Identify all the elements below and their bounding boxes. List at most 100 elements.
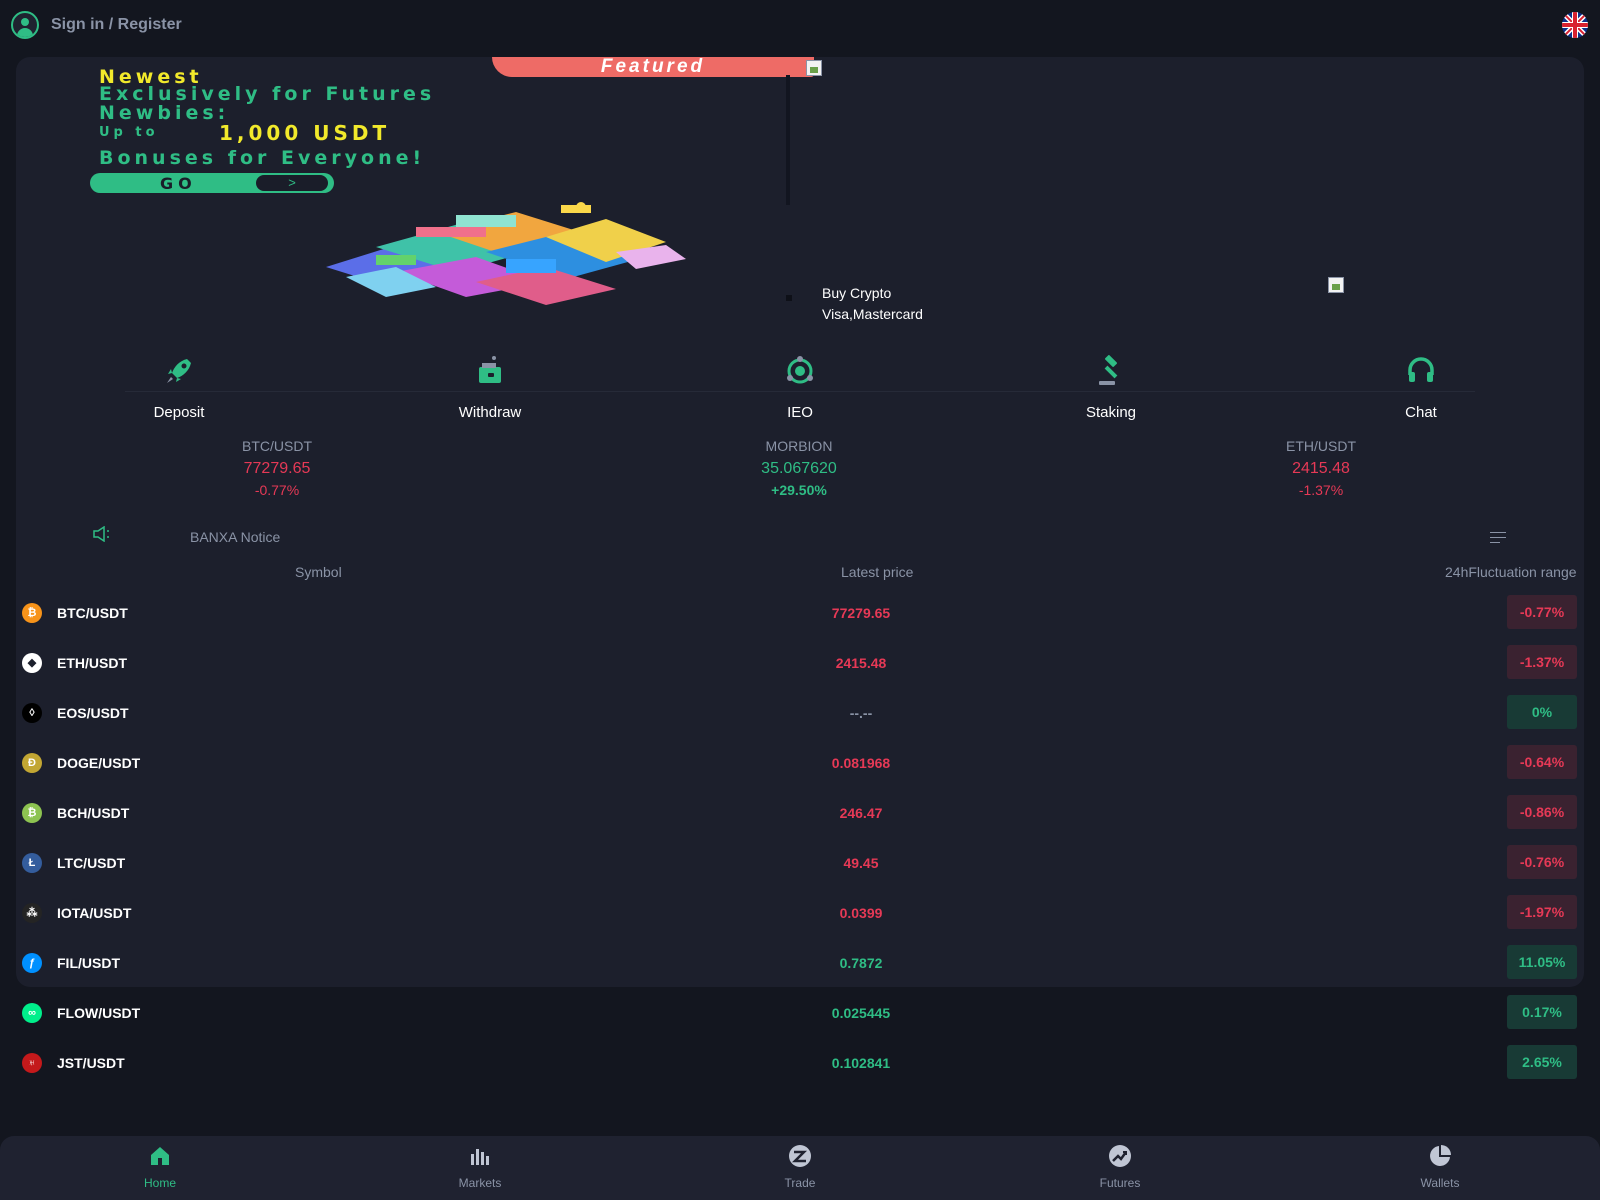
nav-label: Markets (458, 1176, 502, 1190)
action-label: Staking (1085, 404, 1137, 421)
orbit-icon (787, 356, 813, 384)
table-row[interactable]: ◆ ETH/USDT 2415.48 -1.37% (16, 637, 1584, 687)
latest-price: 0.025445 (831, 1005, 891, 1021)
nav-label: Home (143, 1176, 176, 1190)
nav-label: Trade (784, 1176, 816, 1190)
signin-register-link[interactable]: Sign in / Register (51, 16, 182, 34)
top-header: Sign in / Register (0, 0, 1600, 50)
change-badge: 2.65% (1507, 1045, 1577, 1079)
pair-label: LTC/USDT (57, 855, 126, 871)
ticker-change: -1.37% (1298, 482, 1344, 498)
coin-icon: ₿ (22, 603, 42, 623)
col-header-price: Latest price (841, 564, 914, 580)
change-badge: -0.64% (1507, 745, 1577, 779)
change-badge: 0% (1507, 695, 1577, 729)
notice-bar[interactable] (92, 526, 112, 542)
wallet-icon (479, 356, 501, 383)
pair-label: EOS/USDT (57, 705, 129, 721)
table-row[interactable]: ƒ FIL/USDT 0.7872 11.05% (16, 937, 1584, 987)
banner-go-button[interactable]: GO > (90, 173, 334, 193)
change-badge: -0.77% (1507, 595, 1577, 629)
table-row[interactable]: ◊ EOS/USDT --.-- 0% (16, 687, 1584, 737)
banner-divider (786, 75, 790, 205)
action-deposit[interactable]: Deposit (109, 355, 249, 421)
latest-price: 2415.48 (835, 655, 887, 671)
nav-wallets[interactable]: Wallets (1380, 1144, 1500, 1190)
col-header-range: 24hFluctuation range (1445, 564, 1577, 580)
action-chat[interactable]: Chat (1351, 355, 1491, 421)
broken-image-icon (806, 60, 822, 76)
coin-icon: ∞ (22, 1003, 42, 1023)
nav-label: Wallets (1420, 1176, 1460, 1190)
coin-icon: ⁂ (22, 903, 42, 923)
change-badge: 0.17% (1507, 995, 1577, 1029)
action-label: Withdraw (458, 404, 522, 421)
nav-home[interactable]: Home (100, 1144, 220, 1190)
headset-icon (1408, 357, 1434, 382)
trade-icon (789, 1145, 811, 1167)
coin-icon: ₿ (22, 803, 42, 823)
go-arrow-icon: > (256, 175, 328, 191)
coin-icon: ♅ (22, 1053, 42, 1073)
ticker-btc[interactable]: BTC/USDT 77279.65 -0.77% (177, 438, 377, 498)
pair-label: BCH/USDT (57, 805, 130, 821)
action-label: IEO (787, 404, 813, 421)
user-avatar-icon[interactable] (11, 11, 39, 39)
pair-label: IOTA/USDT (57, 905, 132, 921)
carousel-dot[interactable] (786, 295, 792, 301)
change-badge: -1.37% (1507, 645, 1577, 679)
banner-upto: Up to (99, 125, 159, 140)
uk-flag-icon[interactable] (1562, 12, 1588, 38)
notice-text[interactable]: BANXA Notice (190, 529, 280, 545)
ticker-symbol: ETH/USDT (1286, 438, 1356, 454)
change-badge: -1.97% (1507, 895, 1577, 929)
ticker-symbol: BTC/USDT (242, 438, 312, 454)
pie-chart-icon (1430, 1145, 1451, 1166)
featured-ribbon: Featured (492, 57, 814, 77)
coin-icon: ƒ (22, 953, 42, 973)
table-row[interactable]: Ð DOGE/USDT 0.081968 -0.64% (16, 737, 1584, 787)
latest-price: 246.47 (839, 805, 883, 821)
table-row[interactable]: Ł LTC/USDT 49.45 -0.76% (16, 837, 1584, 887)
menu-list-icon[interactable] (1490, 532, 1506, 547)
nav-futures[interactable]: Futures (1060, 1144, 1180, 1190)
latest-price: 0.081968 (831, 755, 891, 771)
pair-label: BTC/USDT (57, 605, 128, 621)
table-row[interactable]: ∞ FLOW/USDT 0.025445 0.17% (16, 987, 1584, 1037)
home-icon (151, 1147, 169, 1165)
nav-label: Futures (1099, 1176, 1141, 1190)
banner-amount: 1,000 USDT (219, 121, 391, 145)
change-badge: -0.76% (1507, 845, 1577, 879)
ticker-eth[interactable]: ETH/USDT 2415.48 -1.37% (1221, 438, 1421, 498)
coin-icon: ◊ (22, 703, 42, 723)
table-row[interactable]: ⁂ IOTA/USDT 0.0399 -1.97% (16, 887, 1584, 937)
ticker-change: +29.50% (771, 482, 827, 498)
isometric-city-illustration (326, 202, 686, 305)
nav-trade[interactable]: Trade (740, 1144, 860, 1190)
latest-price: 0.7872 (839, 955, 883, 971)
pair-label: JST/USDT (57, 1055, 125, 1071)
table-row[interactable]: ♅ JST/USDT 0.102841 2.65% (16, 1037, 1584, 1087)
latest-price: 49.45 (843, 855, 879, 871)
futures-icon (1109, 1145, 1131, 1167)
table-row[interactable]: ₿ BCH/USDT 246.47 -0.86% (16, 787, 1584, 837)
action-staking[interactable]: Staking (1041, 355, 1181, 421)
action-ieo[interactable]: IEO (730, 355, 870, 421)
buy-crypto-promo[interactable]: Buy Crypto Visa,Mastercard (822, 283, 923, 325)
speaker-icon (93, 526, 109, 542)
gavel-icon (1099, 355, 1118, 385)
table-row[interactable]: ₿ BTC/USDT 77279.65 -0.77% (16, 587, 1584, 637)
go-label: GO (160, 174, 197, 193)
coin-icon: Ł (22, 853, 42, 873)
pair-label: FLOW/USDT (57, 1005, 141, 1021)
ticker-price: 2415.48 (1292, 460, 1350, 477)
action-withdraw[interactable]: Withdraw (420, 355, 560, 421)
promo-banner[interactable]: Featured Newest Exclusively for Futures … (16, 57, 814, 327)
coin-icon: ◆ (22, 653, 42, 673)
ticker-morbion[interactable]: MORBION 35.067620 +29.50% (699, 438, 899, 498)
broken-image-icon (1328, 277, 1344, 293)
action-label: Deposit (153, 404, 205, 421)
pair-label: DOGE/USDT (57, 755, 141, 771)
pair-label: ETH/USDT (57, 655, 127, 671)
nav-markets[interactable]: Markets (420, 1144, 540, 1190)
